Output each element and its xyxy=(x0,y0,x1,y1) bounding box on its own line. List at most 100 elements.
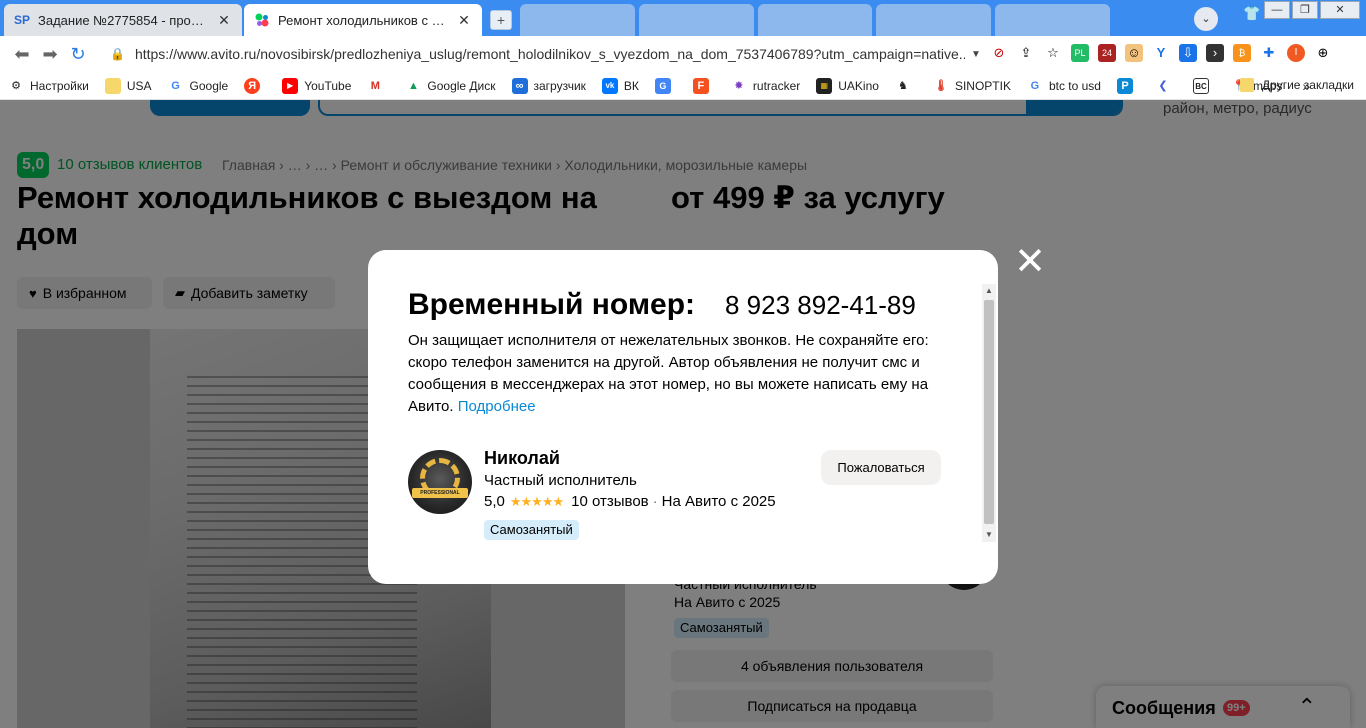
tab-task[interactable]: SP Задание №2775854 - просмотр з ✕ xyxy=(4,4,242,36)
bookmark-yandex[interactable]: Я xyxy=(236,77,274,94)
scroll-up-arrow-icon[interactable]: ▲ xyxy=(982,284,996,298)
bookmark-uakino[interactable]: ▦ UAKino xyxy=(808,77,887,94)
bookmark-f[interactable]: F xyxy=(685,77,723,94)
scroll-thumb[interactable] xyxy=(984,300,994,524)
bookmark-btc-to-usd[interactable]: Gbtc to usd xyxy=(1019,78,1109,94)
seller-name[interactable]: Николай xyxy=(484,448,560,469)
translate-icon: G xyxy=(654,77,671,94)
gear-icon: ⚙ xyxy=(11,79,21,92)
terminal-icon[interactable]: › xyxy=(1206,44,1224,62)
drive-icon: ▲ xyxy=(407,79,419,92)
browser-tab-bar: SP Задание №2775854 - просмотр з ✕ Ремон… xyxy=(0,0,1366,36)
close-icon[interactable]: ✕ xyxy=(1013,243,1047,281)
tab-placeholder[interactable] xyxy=(520,4,635,36)
bookmark-youtube[interactable]: ▶ YouTube xyxy=(274,77,359,94)
download-icon[interactable]: ⇩ xyxy=(1179,44,1197,62)
report-button[interactable]: Пожаловаться xyxy=(821,450,941,485)
face-icon[interactable]: ☺ xyxy=(1125,44,1143,62)
avito-icon xyxy=(254,12,270,28)
window-controls: — ❐ ✕ xyxy=(1264,0,1360,20)
pl-icon[interactable]: PL xyxy=(1071,44,1089,62)
chevron-down-icon[interactable]: ▼ xyxy=(971,49,981,60)
tab-placeholder[interactable] xyxy=(995,4,1110,36)
seller-since: На Авито с 2025 xyxy=(661,493,776,510)
tab-placeholder[interactable] xyxy=(876,4,992,36)
vk-icon: vk xyxy=(601,77,618,94)
star-icon: ✸ xyxy=(734,79,744,92)
window-close-button[interactable]: ✕ xyxy=(1320,1,1360,19)
maximize-button[interactable]: ❐ xyxy=(1292,1,1318,19)
youtube-icon: ▶ xyxy=(282,77,299,94)
tab-placeholder[interactable] xyxy=(638,4,754,36)
other-bookmarks[interactable]: Другие закладки xyxy=(1240,78,1354,92)
bookmark-arrow[interactable]: ❮ xyxy=(1147,78,1185,94)
back-arrow-icon[interactable]: ⬅ xyxy=(8,44,36,65)
folder-icon xyxy=(1240,78,1255,92)
profile-avatar[interactable]: I xyxy=(1287,44,1305,62)
chess-icon: ♞ xyxy=(898,79,908,92)
bookmark-rutracker[interactable]: ✸ rutracker xyxy=(723,78,808,94)
forward-arrow-icon[interactable]: ➡ xyxy=(36,44,64,65)
bookmark-vk[interactable]: vk ВК xyxy=(594,77,647,94)
tab-avito[interactable]: Ремонт холодильников с выездом ✕ xyxy=(244,4,482,36)
minimize-button[interactable]: — xyxy=(1264,1,1290,19)
url-field[interactable]: https://www.avito.ru/novosibirsk/predloz… xyxy=(135,46,965,62)
bookmark-settings[interactable]: ⚙ Настройки xyxy=(0,78,97,94)
bookmark-downloader[interactable]: ∞ загрузчик xyxy=(504,77,594,94)
bookmark-sinoptik[interactable]: 🌡 SINOPTIK xyxy=(925,78,1019,94)
google-icon: G xyxy=(1030,79,1040,92)
extension-icons: ⊘ ⇪ ☆ PL 24 ☺ Y ⇩ › ₿ ✚ I ⊕ xyxy=(990,44,1332,62)
bitcoin-icon[interactable]: ₿ xyxy=(1233,44,1251,62)
shirt-icon[interactable]: 👕 xyxy=(1243,5,1260,22)
yandex-icon: Я xyxy=(244,77,261,94)
bookmark-gmail[interactable]: M xyxy=(359,78,397,94)
modal-title: Временный номер: xyxy=(408,288,696,321)
phone-number[interactable]: 8 923 892-41-89 xyxy=(725,290,916,321)
new-tab-button[interactable]: + xyxy=(490,10,512,30)
close-icon[interactable]: ✕ xyxy=(456,12,472,29)
modal-description: Он защищает исполнителя от нежелательных… xyxy=(408,332,929,415)
tab-search-button[interactable]: ⌄ xyxy=(1194,7,1218,31)
folder-icon xyxy=(104,77,121,94)
other-tabs xyxy=(520,4,1110,36)
star-icon[interactable]: ☆ xyxy=(1044,44,1062,62)
address-bar: ⬅ ➡ ↻ 🔒 https://www.avito.ru/novosibirsk… xyxy=(0,36,1366,72)
avatar-plate: PROFESSIONAL xyxy=(412,488,468,498)
y-icon[interactable]: Y xyxy=(1152,44,1170,62)
seller-reviews[interactable]: 10 отзывов xyxy=(571,493,649,510)
star-rating-icon: ★★★★★ xyxy=(509,493,564,509)
calendar-24-icon[interactable]: 24 xyxy=(1098,44,1116,62)
thermometer-icon: 🌡 xyxy=(933,79,948,92)
bookmarks-bar: ⚙ Настройки USA G Google Я ▶ YouTube M ▲ Goo… xyxy=(0,72,1366,100)
bc-icon: BC xyxy=(1192,77,1209,94)
self-employed-tag: Самозанятый xyxy=(484,520,579,540)
share-icon[interactable]: ⇪ xyxy=(1017,44,1035,62)
tab-placeholder[interactable] xyxy=(757,4,873,36)
more-link[interactable]: Подробнее xyxy=(458,398,536,415)
seller-avatar[interactable]: PROFESSIONAL xyxy=(408,450,472,514)
temporary-number-modal: Временный номер: 8 923 892-41-89 Он защи… xyxy=(368,250,998,584)
tab-title: Ремонт холодильников с выездом xyxy=(278,12,450,28)
blocked-icon[interactable]: ⊘ xyxy=(990,44,1008,62)
menu-icon[interactable]: ⊕ xyxy=(1314,44,1332,62)
separator-dot: · xyxy=(652,493,658,510)
bookmark-google[interactable]: G Google xyxy=(160,78,237,94)
bookmark-bc[interactable]: BC xyxy=(1185,77,1223,94)
close-icon[interactable]: ✕ xyxy=(216,12,232,29)
bookmark-chess[interactable]: ♞ xyxy=(887,78,925,94)
modal-scrollbar[interactable]: ▲ ▼ xyxy=(982,284,996,542)
bookmark-translate[interactable]: G xyxy=(647,77,685,94)
bookmark-usa[interactable]: USA xyxy=(97,77,160,94)
bookmark-google-drive[interactable]: ▲ Google Диск xyxy=(397,78,503,94)
seller-kind: Частный исполнитель xyxy=(484,472,637,489)
scroll-down-arrow-icon[interactable]: ▼ xyxy=(982,528,996,542)
p-icon: P xyxy=(1116,77,1133,94)
lock-icon[interactable]: 🔒 xyxy=(110,47,125,61)
seller-rating-row: 5,0 ★★★★★ 10 отзывов · На Авито с 2025 xyxy=(484,493,776,510)
google-icon: G xyxy=(171,79,180,92)
sp-icon: SP xyxy=(14,13,31,27)
reload-icon[interactable]: ↻ xyxy=(64,44,92,65)
film-icon: ▦ xyxy=(816,77,833,94)
puzzle-icon[interactable]: ✚ xyxy=(1260,44,1278,62)
bookmark-p[interactable]: P xyxy=(1109,77,1147,94)
